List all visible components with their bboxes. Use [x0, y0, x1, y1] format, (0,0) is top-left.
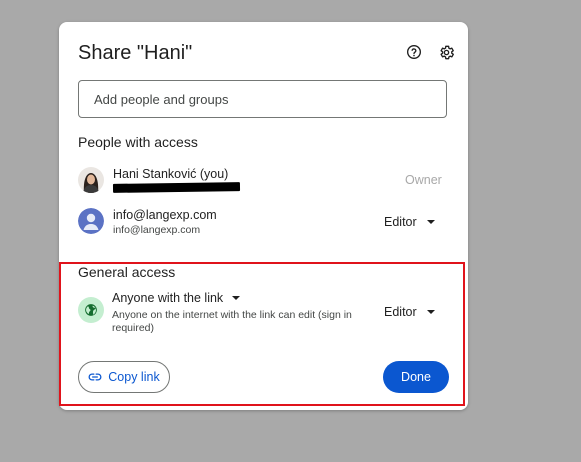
owner-role-label: Owner — [405, 173, 442, 187]
dropdown-caret-icon — [426, 220, 435, 224]
people-with-access-heading: People with access — [78, 134, 198, 150]
help-circle-icon — [407, 45, 421, 59]
avatar — [78, 208, 104, 234]
settings-button[interactable] — [436, 42, 456, 62]
default-avatar-icon — [78, 208, 104, 234]
avatar — [78, 167, 104, 193]
editor-role-dropdown[interactable]: Editor — [384, 215, 435, 229]
user-photo-icon — [78, 167, 104, 193]
person-email: info@langexp.com — [113, 224, 201, 236]
dialog-title: Share "Hani" — [78, 42, 193, 64]
redacted-email — [112, 182, 241, 193]
gear-icon — [439, 45, 454, 59]
highlight-box — [59, 262, 465, 406]
role-label: Editor — [384, 215, 417, 229]
person-name: info@langexp.com — [113, 208, 217, 222]
add-people-input[interactable] — [78, 80, 447, 118]
person-name: Hani Stanković (you) — [113, 167, 229, 181]
help-icon[interactable] — [404, 42, 424, 62]
